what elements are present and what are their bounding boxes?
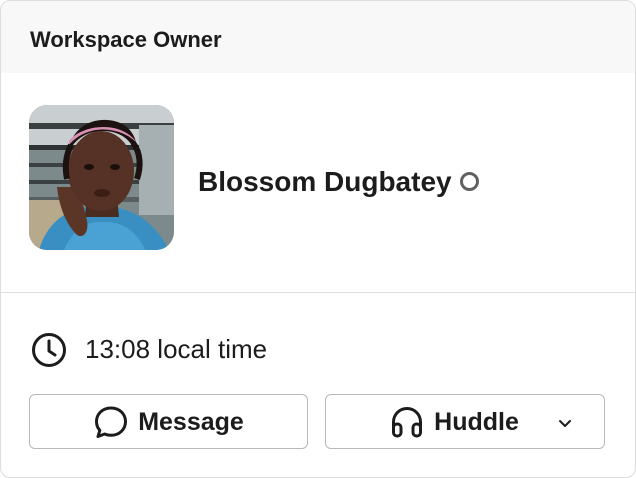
presence-indicator-icon	[460, 172, 479, 191]
card-header: Workspace Owner	[1, 1, 635, 73]
huddle-button[interactable]: Huddle	[325, 394, 605, 449]
local-time-text: 13:08 local time	[85, 334, 268, 364]
clock-icon	[31, 332, 67, 368]
avatar[interactable]	[29, 105, 174, 250]
header-title: Workspace Owner	[30, 27, 222, 52]
message-button-label: Message	[138, 407, 244, 436]
display-name[interactable]: Blossom Dugbatey	[198, 166, 452, 198]
huddle-button-content: Huddle	[389, 404, 519, 440]
headphones-icon	[389, 404, 425, 440]
divider	[1, 292, 635, 293]
avatar-photo	[29, 105, 174, 250]
chat-bubble-icon	[93, 404, 129, 440]
huddle-button-label: Huddle	[434, 407, 519, 436]
chevron-down-icon[interactable]	[556, 414, 574, 432]
profile-card: Workspace Owner Blossom Dugbatey 13:08 l…	[0, 0, 636, 478]
message-button[interactable]: Message	[29, 394, 308, 449]
